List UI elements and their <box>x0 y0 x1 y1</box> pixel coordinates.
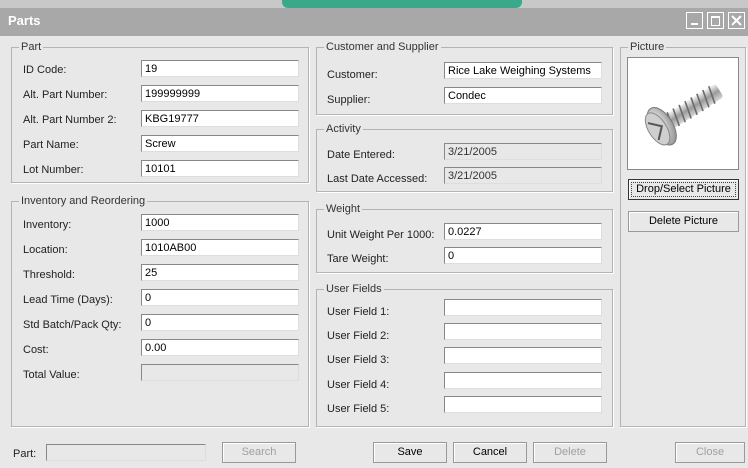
id-code-label: ID Code: <box>23 64 67 76</box>
close-icon <box>731 15 742 26</box>
user-field-5-label: User Field 5: <box>327 403 390 415</box>
threshold-field[interactable]: 25 <box>141 264 299 281</box>
last-accessed-field: 3/21/2005 <box>444 167 602 184</box>
weight-legend: Weight <box>324 203 363 215</box>
supplier-label: Supplier: <box>327 94 371 106</box>
lot-number-field[interactable]: 10101 <box>141 160 299 177</box>
search-button[interactable]: Search <box>222 442 296 463</box>
location-field[interactable]: 1010AB00 <box>141 239 299 256</box>
inventory-label: Inventory: <box>23 219 72 231</box>
std-batch-field[interactable]: 0 <box>141 314 299 331</box>
cost-label: Cost: <box>23 344 49 356</box>
user-field-4-label: User Field 4: <box>327 379 390 391</box>
unit-weight-field[interactable]: 0.0227 <box>444 223 602 240</box>
maximize-button[interactable] <box>707 12 724 29</box>
customer-field[interactable]: Rice Lake Weighing Systems <box>444 62 602 79</box>
window-title: Parts <box>8 13 41 28</box>
tare-weight-field[interactable]: 0 <box>444 247 602 264</box>
save-button[interactable]: Save <box>373 442 447 463</box>
inventory-field[interactable]: 1000 <box>141 214 299 231</box>
user-field-3-label: User Field 3: <box>327 354 390 366</box>
user-field-4-input[interactable] <box>444 372 602 389</box>
user-field-1-input[interactable] <box>444 299 602 316</box>
alt-part-number-field[interactable]: 199999999 <box>141 85 299 102</box>
total-value-label: Total Value: <box>23 369 80 381</box>
user-field-2-label: User Field 2: <box>327 330 390 342</box>
picture-legend: Picture <box>628 41 667 53</box>
threshold-label: Threshold: <box>23 269 75 281</box>
inventory-legend: Inventory and Reordering <box>19 195 148 207</box>
screw-icon <box>644 84 723 146</box>
total-value-field <box>141 364 299 381</box>
part-search-label: Part: <box>13 448 37 460</box>
customer-label: Customer: <box>327 69 378 81</box>
user-field-1-label: User Field 1: <box>327 306 390 318</box>
delete-picture-button[interactable]: Delete Picture <box>628 211 739 232</box>
activity-legend: Activity <box>324 123 363 135</box>
title-bar: Parts <box>0 0 748 36</box>
alt-part-number-label: Alt. Part Number: <box>23 89 108 101</box>
unit-weight-label: Unit Weight Per 1000: <box>327 229 435 241</box>
lot-number-label: Lot Number: <box>23 164 84 176</box>
part-picture[interactable] <box>627 57 739 170</box>
part-name-label: Part Name: <box>23 139 79 151</box>
lead-time-label: Lead Time (Days): <box>23 294 113 306</box>
tare-weight-label: Tare Weight: <box>327 253 389 265</box>
lead-time-field[interactable]: 0 <box>141 289 299 306</box>
date-entered-label: Date Entered: <box>327 149 395 161</box>
close-button[interactable]: Close <box>675 442 745 463</box>
cost-field[interactable]: 0.00 <box>141 339 299 356</box>
delete-button[interactable]: Delete <box>533 442 607 463</box>
date-entered-field: 3/21/2005 <box>444 143 602 160</box>
alt-part-number-2-label: Alt. Part Number 2: <box>23 114 117 126</box>
drop-select-picture-button[interactable]: Drop/Select Picture <box>628 179 739 200</box>
std-batch-label: Std Batch/Pack Qty: <box>23 319 122 331</box>
alt-part-number-2-field[interactable]: KBG19777 <box>141 110 299 127</box>
supplier-field[interactable]: Condec <box>444 87 602 104</box>
close-window-button[interactable] <box>728 12 745 29</box>
user-field-2-input[interactable] <box>444 323 602 340</box>
location-label: Location: <box>23 244 68 256</box>
customer-supplier-legend: Customer and Supplier <box>324 41 441 53</box>
last-accessed-label: Last Date Accessed: <box>327 173 428 185</box>
part-search-field[interactable] <box>46 444 206 461</box>
user-field-3-input[interactable] <box>444 347 602 364</box>
part-legend: Part <box>19 41 44 53</box>
user-fields-legend: User Fields <box>324 283 384 295</box>
cancel-button[interactable]: Cancel <box>453 442 527 463</box>
user-field-5-input[interactable] <box>444 396 602 413</box>
parts-window: Parts Part ID Code: 19 Alt. Part Number:… <box>0 0 748 468</box>
part-name-field[interactable]: Screw <box>141 135 299 152</box>
background-tab <box>282 0 522 8</box>
id-code-field[interactable]: 19 <box>141 60 299 77</box>
minimize-button[interactable] <box>686 12 703 29</box>
